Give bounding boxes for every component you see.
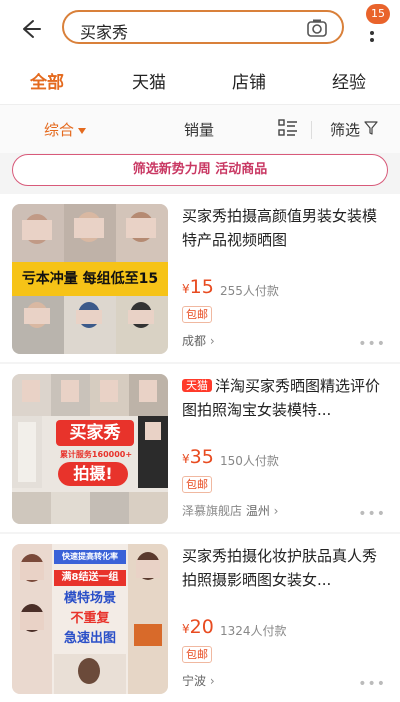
product-title[interactable]: 天猫 洋淘买家秀晒图精选评价图拍照淘宝女装模特... — [182, 374, 382, 422]
photo-tile — [90, 374, 129, 416]
city-label: 成都 — [182, 334, 207, 348]
photo-tile — [90, 492, 129, 524]
more-horizontal-icon[interactable]: ••• — [358, 336, 386, 352]
shop-location[interactable]: 泽慕旗舰店 温州 › — [182, 502, 278, 519]
thumb-line-text: 不重复 — [70, 611, 110, 626]
currency-symbol: ¥ — [182, 452, 190, 466]
city-label: 宁波 — [182, 674, 207, 688]
divider — [311, 121, 312, 139]
more-horizontal-icon[interactable]: ••• — [358, 506, 386, 522]
tmall-badge: 天猫 — [182, 379, 212, 392]
photo-tile — [64, 204, 116, 266]
photo-tile — [64, 296, 116, 354]
sold-count: 1324人付款 — [220, 624, 287, 638]
promo-banner[interactable]: 筛选新势力周 活动商品 — [12, 154, 388, 186]
thumb-line-text: 模特场景 — [63, 591, 116, 606]
sort-comprehensive[interactable]: 综合 — [44, 119, 87, 140]
currency-symbol: ¥ — [182, 282, 190, 296]
sort-sales[interactable]: 销量 — [184, 119, 214, 140]
filter-icon[interactable] — [364, 121, 378, 135]
product-title[interactable]: 买家秀拍摄高颜值男装女装模特产品视频晒图 — [182, 204, 382, 252]
product-card[interactable]: 快速提高转化率 满8结送一组 模特场景 不重复 急速出图 买家秀拍摄化妆护肤品真… — [0, 534, 400, 702]
product-title[interactable]: 买家秀拍摄化妆护肤品真人秀拍照摄影晒图女装女... — [182, 544, 382, 592]
filter-label[interactable]: 筛选 — [330, 119, 360, 140]
search-input[interactable]: 买家秀 — [62, 10, 344, 44]
product-price: ¥35 — [182, 446, 214, 468]
product-image: 买家秀 累计服务160000+ 拍摄! — [12, 374, 168, 524]
city-label: 温州 — [245, 504, 270, 518]
price-value: 35 — [189, 446, 214, 468]
free-shipping-tag: 包邮 — [182, 646, 212, 663]
photo-tile — [51, 492, 90, 524]
product-price: ¥15 — [182, 276, 214, 298]
thumb-offer-text: 满8结送一组 — [54, 570, 126, 586]
thumb-subtitle-text: 累计服务160000+ — [59, 450, 133, 459]
free-shipping-tag: 包邮 — [182, 306, 212, 323]
photo-tile — [116, 296, 168, 354]
sold-count: 150人付款 — [220, 454, 279, 468]
tab-stores[interactable]: 店铺 — [232, 68, 266, 93]
photo-tile — [12, 204, 64, 266]
photo-tile — [128, 544, 168, 694]
photo-tile — [12, 296, 64, 354]
photo-tile — [54, 654, 126, 694]
photo-tile — [12, 492, 51, 524]
product-price: ¥20 — [182, 616, 214, 638]
photo-tile — [12, 374, 51, 416]
product-image: 亏本冲量 每组低至15 — [12, 204, 168, 354]
caret-down-icon — [78, 127, 87, 134]
photo-tile — [12, 544, 52, 694]
product-card[interactable]: 亏本冲量 每组低至15 买家秀拍摄高颜值男装女装模特产品视频晒图 ¥15 255… — [0, 194, 400, 362]
arrow-left-icon[interactable] — [14, 14, 44, 44]
photo-tile — [116, 204, 168, 266]
photo-tile — [12, 416, 42, 488]
sort-bar: 综合 销量 筛选 — [0, 104, 400, 153]
thumb-title-text: 买家秀 — [56, 420, 134, 446]
product-image: 快速提高转化率 满8结送一组 模特场景 不重复 急速出图 — [12, 544, 168, 694]
tab-all[interactable]: 全部 — [30, 68, 64, 93]
product-card[interactable]: 买家秀 累计服务160000+ 拍摄! 天猫 洋淘买家秀晒图精选评价图拍照淘宝女装… — [0, 364, 400, 532]
thumb-header-text: 快速提高转化率 — [54, 550, 126, 564]
search-query: 买家秀 — [80, 23, 129, 42]
top-bar: 买家秀 15 — [0, 0, 400, 58]
sold-count: 255人付款 — [220, 284, 279, 298]
photo-tile — [129, 374, 168, 416]
list-view-icon[interactable] — [278, 119, 298, 137]
camera-icon[interactable] — [306, 17, 328, 39]
price-value: 15 — [189, 276, 214, 298]
tab-experience[interactable]: 经验 — [332, 68, 366, 93]
shop-name: 泽慕旗舰店 — [182, 504, 243, 518]
photo-tile — [138, 416, 168, 488]
sort-comprehensive-label: 综合 — [44, 121, 75, 139]
notification-badge: 15 — [366, 4, 390, 24]
thumb-cta-text: 拍摄! — [58, 462, 128, 486]
currency-symbol: ¥ — [182, 622, 190, 636]
thumb-promo-text: 亏本冲量 每组低至15 — [12, 262, 168, 296]
more-horizontal-icon[interactable]: ••• — [358, 676, 386, 692]
shop-location[interactable]: 宁波 › — [182, 672, 215, 689]
photo-tile — [51, 374, 90, 416]
photo-tile — [129, 492, 168, 524]
tab-bar: 全部 天猫 店铺 经验 — [0, 58, 400, 104]
thumb-line-text: 急速出图 — [63, 631, 116, 646]
tab-tmall[interactable]: 天猫 — [132, 68, 166, 93]
free-shipping-tag: 包邮 — [182, 476, 212, 493]
shop-location[interactable]: 成都 › — [182, 332, 215, 349]
price-value: 20 — [189, 616, 214, 638]
